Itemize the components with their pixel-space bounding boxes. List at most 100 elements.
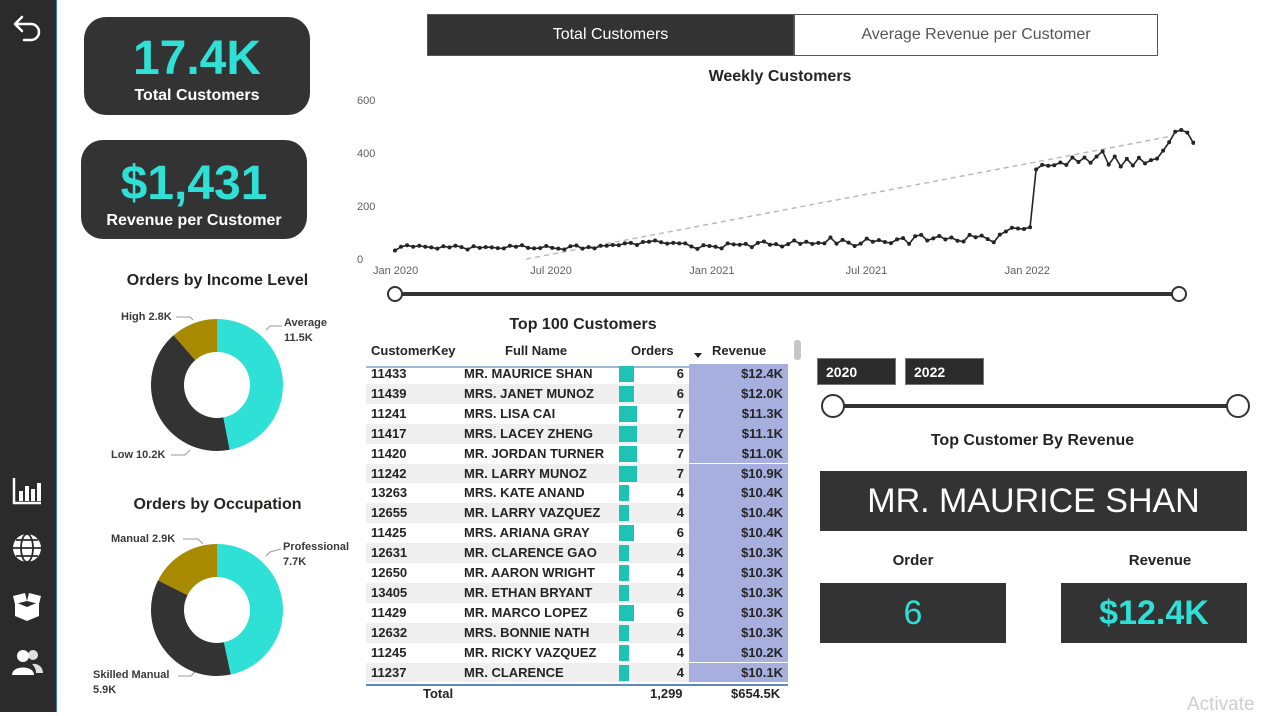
table-row[interactable]: 12632 MRS. BONNIE NATH 4 $10.3K — [366, 622, 788, 643]
customer-key-cell: 11433 — [371, 366, 407, 381]
orders-cell: 6 — [676, 604, 684, 620]
data-point — [647, 239, 652, 244]
total-revenue: $654.5K — [731, 686, 781, 701]
table-row[interactable]: 11241 MRS. LISA CAI 7 $11.3K — [366, 403, 788, 424]
data-point — [955, 238, 960, 243]
data-point — [973, 235, 978, 240]
date-range-slider[interactable] — [385, 283, 1190, 305]
table-row[interactable]: 12650 MR. AARON WRIGHT 4 $10.3K — [366, 563, 788, 583]
data-point — [792, 238, 797, 243]
header-full-name[interactable]: Full Name — [505, 343, 567, 358]
total-label: Total — [423, 686, 454, 701]
sort-descending-icon[interactable] — [694, 353, 702, 358]
data-point — [1112, 154, 1117, 159]
data-point — [907, 241, 912, 246]
data-point — [1082, 155, 1087, 160]
data-point — [598, 243, 603, 248]
slider-handle-start[interactable] — [387, 286, 403, 302]
year-start-input[interactable]: 2020 — [817, 358, 896, 385]
table-row[interactable]: 11433 MR. MAURICE SHAN 6 $12.4K — [366, 364, 788, 384]
data-point — [870, 239, 875, 244]
data-point — [725, 241, 730, 246]
data-point — [616, 243, 621, 248]
customer-key-cell: 11242 — [371, 465, 407, 481]
year-end-input[interactable]: 2022 — [905, 358, 984, 385]
orders-cell: 4 — [676, 505, 684, 521]
data-point — [417, 243, 422, 248]
revenue-cell: $10.9K — [741, 465, 783, 481]
data-point — [489, 245, 494, 250]
header-revenue[interactable]: Revenue — [712, 343, 766, 358]
data-point — [1185, 130, 1190, 135]
table-title: Top 100 Customers — [509, 316, 657, 333]
table-row[interactable]: 12631 MR. CLARENCE GAO 4 $10.3K — [366, 543, 788, 563]
tab-average-revenue[interactable]: Average Revenue per Customer — [794, 14, 1158, 56]
data-point — [471, 244, 476, 249]
table-row[interactable]: 12655 MR. LARRY VAZQUEZ 4 $10.4K — [366, 503, 788, 524]
data-point — [501, 246, 506, 251]
data-point — [1034, 167, 1039, 172]
top-customer-order-value: 6 — [820, 583, 1006, 643]
year-slider-handle-start[interactable] — [821, 394, 845, 418]
data-point — [544, 244, 549, 249]
full-name-cell: MR. MARCO LOPEZ — [464, 604, 588, 620]
data-point — [749, 245, 754, 250]
series-line — [394, 129, 1195, 252]
data-point — [810, 241, 815, 246]
revenue-cell: $11.0K — [741, 445, 783, 461]
table-row[interactable]: 11420 MR. JORDAN TURNER 7 $11.0K — [366, 443, 788, 464]
data-point — [882, 240, 887, 245]
data-point — [441, 244, 446, 249]
data-point — [435, 246, 440, 251]
table-row[interactable]: 11245 MR. RICKY VAZQUEZ 4 $10.2K — [366, 642, 788, 663]
data-point — [1106, 162, 1111, 167]
table-scrollbar[interactable] — [794, 340, 801, 360]
data-point — [628, 240, 633, 245]
orders-data-bar — [619, 664, 630, 681]
data-point — [586, 245, 591, 250]
data-point — [864, 236, 869, 241]
header-orders[interactable]: Orders — [631, 343, 674, 358]
revenue-cell: $10.4K — [741, 485, 783, 501]
table-row[interactable]: 13263 MRS. KATE ANAND 4 $10.4K — [366, 483, 788, 504]
full-name-cell: MR. JORDAN TURNER — [464, 445, 605, 461]
revenue-cell: $10.4K — [741, 525, 783, 541]
data-point — [532, 246, 537, 251]
tab-total-customers[interactable]: Total Customers — [427, 14, 794, 56]
year-range-slider[interactable] — [818, 392, 1254, 420]
table-row[interactable]: 11417 MRS. LACEY ZHENG 7 $11.1K — [366, 423, 788, 444]
revenue-cell: $12.4K — [741, 366, 783, 381]
table-body: 11433 MR. MAURICE SHAN 6 $12.4K 11439 MRS. JA… — [366, 364, 788, 686]
year-slider-handle-end[interactable] — [1226, 394, 1250, 418]
data-point — [949, 235, 954, 240]
occupation-label-skilled: Skilled Manual 5.9K — [93, 669, 170, 696]
slider-handle-end[interactable] — [1171, 286, 1187, 302]
data-point — [689, 244, 694, 249]
data-point — [423, 244, 428, 249]
data-point — [701, 243, 706, 248]
table-row[interactable]: 11439 MRS. JANET MUNOZ 6 $12.0K — [366, 383, 788, 404]
customer-key-cell: 13405 — [371, 584, 408, 600]
header-customer-key[interactable]: CustomerKey — [371, 343, 456, 358]
table-row[interactable]: 13405 MR. ETHAN BRYANT 4 $10.3K — [366, 582, 788, 603]
data-point — [780, 244, 785, 249]
data-point — [1161, 148, 1166, 153]
table-row[interactable]: 11242 MR. LARRY MUNOZ 7 $10.9K — [366, 463, 788, 484]
x-tick-label: Jan 2021 — [689, 265, 734, 277]
data-point — [1100, 149, 1105, 154]
revenue-cell: $10.3K — [741, 604, 783, 620]
revenue-cell: $10.1K — [741, 664, 783, 680]
data-point — [1040, 162, 1045, 167]
data-point — [743, 241, 748, 246]
data-point — [495, 246, 500, 251]
data-point — [1142, 161, 1147, 166]
trend-line — [526, 135, 1174, 260]
table-row[interactable]: 11237 MR. CLARENCE 4 $10.1K — [366, 662, 788, 683]
data-point — [550, 245, 555, 250]
data-point — [538, 246, 543, 251]
table-row[interactable]: 11425 MRS. ARIANA GRAY 6 $10.4K — [366, 523, 788, 544]
data-point — [1149, 158, 1154, 163]
data-point — [1058, 160, 1063, 165]
table-row[interactable]: 11429 MR. MARCO LOPEZ 6 $10.3K — [366, 602, 788, 623]
data-point — [895, 237, 900, 242]
